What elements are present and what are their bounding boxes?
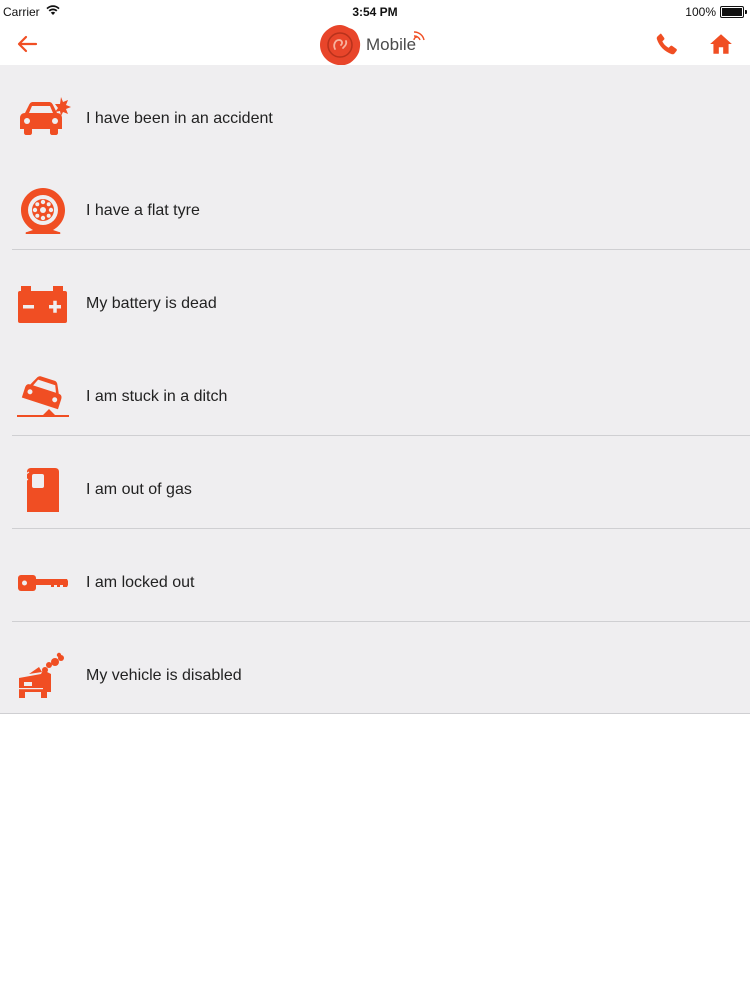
option-label: My vehicle is disabled <box>86 667 242 684</box>
option-flat-tyre[interactable]: I have a flat tyre <box>0 165 750 257</box>
battery-percentage: 100% <box>685 5 716 19</box>
phone-icon[interactable] <box>654 31 680 57</box>
back-arrow-icon[interactable] <box>14 32 42 56</box>
option-battery[interactable]: My battery is dead <box>0 258 750 350</box>
option-label: My battery is dead <box>86 295 217 312</box>
option-label: I have a flat tyre <box>86 202 200 219</box>
divider <box>12 528 750 529</box>
divider <box>12 621 750 622</box>
logo-text: Mobile <box>366 34 417 54</box>
seal-logo-icon <box>320 24 361 65</box>
assistance-options-list: I have been in an accident I have a flat… <box>0 65 750 714</box>
divider <box>12 249 750 250</box>
option-locked-out[interactable]: I am locked out <box>0 537 750 629</box>
option-label: I am stuck in a ditch <box>86 388 228 405</box>
navigation-bar: Mobile <box>0 24 750 65</box>
key-icon <box>18 575 68 591</box>
home-icon[interactable] <box>708 31 734 57</box>
option-label: I am locked out <box>86 574 195 591</box>
signal-waves-icon <box>413 30 425 40</box>
divider <box>12 435 750 436</box>
flat-tyre-icon <box>21 188 65 234</box>
status-bar: Carrier 3:54 PM 100% <box>0 0 750 24</box>
option-vehicle-disabled[interactable]: My vehicle is disabled <box>0 630 750 722</box>
option-ditch[interactable]: I am stuck in a ditch <box>0 351 750 443</box>
list-bottom-border <box>0 713 750 714</box>
smoking-car-icon <box>19 652 64 698</box>
car-accident-icon <box>20 97 71 135</box>
battery-status-icon <box>720 6 747 18</box>
gas-pump-icon <box>25 468 59 512</box>
option-label: I have been in an accident <box>86 110 273 127</box>
battery-icon <box>18 286 67 323</box>
app-logo: Mobile <box>318 24 425 65</box>
option-accident[interactable]: I have been in an accident <box>0 73 750 165</box>
car-ditch-icon <box>17 376 69 417</box>
option-label: I am out of gas <box>86 481 192 498</box>
option-out-of-gas[interactable]: I am out of gas <box>0 444 750 536</box>
clock: 3:54 PM <box>352 5 398 19</box>
